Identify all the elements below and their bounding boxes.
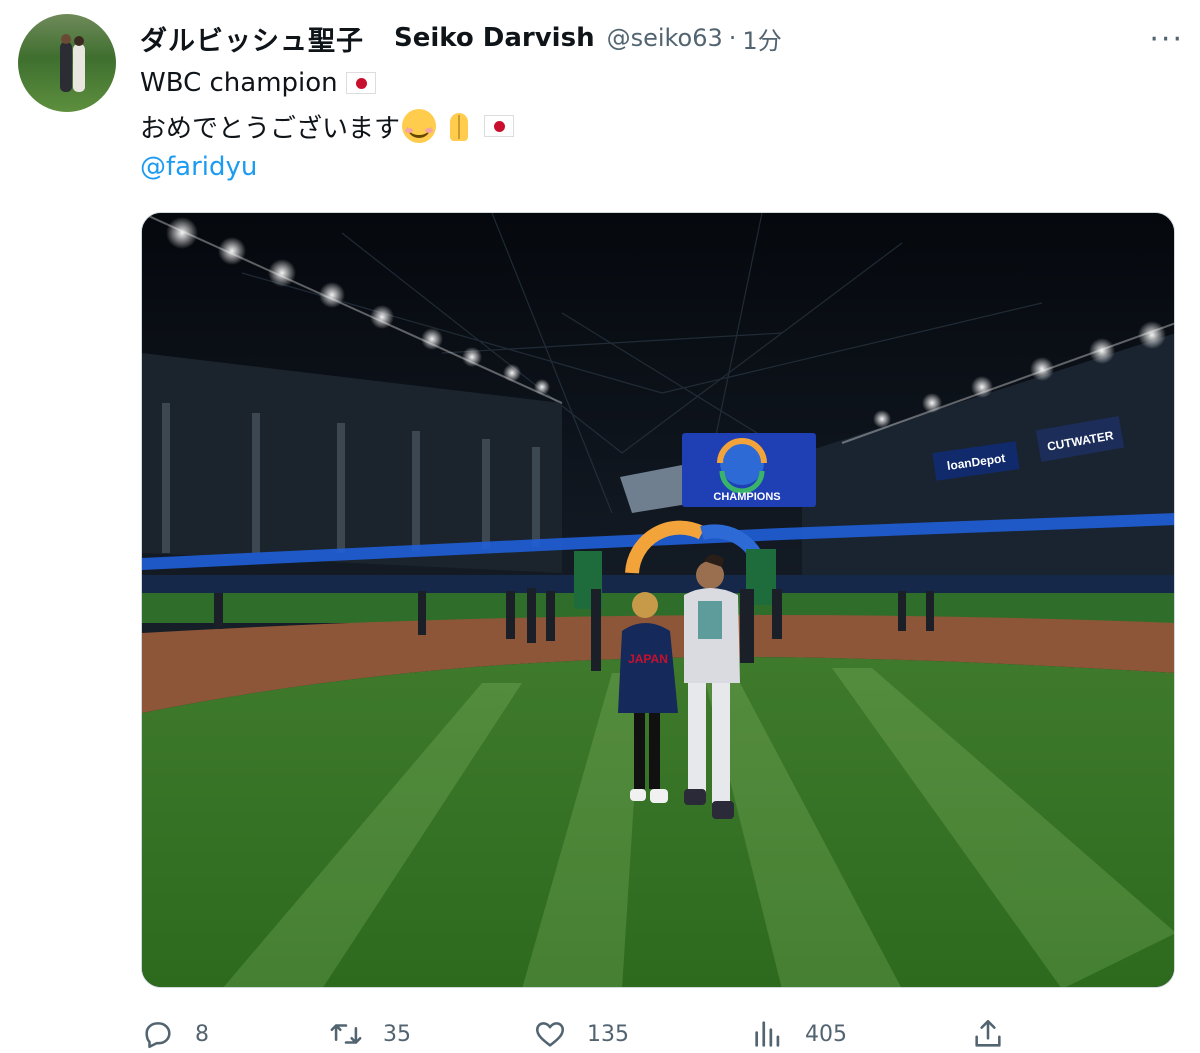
avatar-figure — [74, 36, 84, 46]
like-count: 135 — [587, 1021, 629, 1047]
folded-hands-icon — [442, 109, 476, 143]
tweet-text-line: WBC champion — [140, 64, 376, 102]
timestamp[interactable]: 1分 — [742, 21, 781, 56]
like-button[interactable]: 135 — [533, 1014, 629, 1053]
tweet-text: WBC champion — [140, 68, 338, 98]
smiling-face-icon — [402, 109, 437, 143]
reply-icon — [145, 1022, 171, 1049]
tweet-text: おめでとうございます — [140, 113, 401, 144]
tweet-actions: 8 35 135 405 — [141, 1014, 1175, 1053]
mention-link[interactable]: @faridyu — [140, 148, 257, 186]
more-options-icon[interactable]: ··· — [1149, 22, 1184, 57]
views-button[interactable]: 405 — [751, 1014, 847, 1053]
scoreboard-text: CHAMPIONS — [713, 491, 780, 503]
author-avatar[interactable] — [18, 14, 116, 112]
tweet-header: ダルビッシュ聖子 Seiko Darvish @seiko63 · 1分 — [140, 18, 782, 58]
retweet-button[interactable]: 35 — [329, 1014, 411, 1053]
avatar-figure — [60, 42, 72, 92]
stadium-photo: CHAMPIONS loanDepot CUTWATER JAPAN — [142, 213, 1174, 987]
author-handle[interactable]: @seiko63 — [607, 24, 723, 52]
reply-button[interactable]: 8 — [141, 1014, 209, 1053]
separator-dot: · — [728, 24, 737, 52]
retweet-count: 35 — [383, 1021, 411, 1047]
views-icon — [755, 1021, 780, 1047]
author-name-en[interactable]: Seiko Darvish — [394, 23, 595, 53]
tweet-photo[interactable]: CHAMPIONS loanDepot CUTWATER JAPAN — [141, 212, 1175, 988]
author-name-jp[interactable]: ダルビッシュ聖子 — [140, 19, 364, 58]
views-count: 405 — [805, 1021, 847, 1047]
heart-icon — [535, 1022, 565, 1047]
avatar-figure — [61, 34, 71, 44]
jersey-text: JAPAN — [628, 652, 668, 666]
share-icon — [975, 1019, 1001, 1047]
tweet-text-line: おめでとうございます — [140, 106, 515, 146]
retweet-icon — [330, 1024, 362, 1044]
avatar-figure — [73, 44, 85, 92]
share-button[interactable] — [971, 1014, 1005, 1053]
reply-count: 8 — [195, 1021, 209, 1047]
japan-flag-icon — [345, 72, 376, 94]
japan-flag-icon — [484, 115, 515, 137]
